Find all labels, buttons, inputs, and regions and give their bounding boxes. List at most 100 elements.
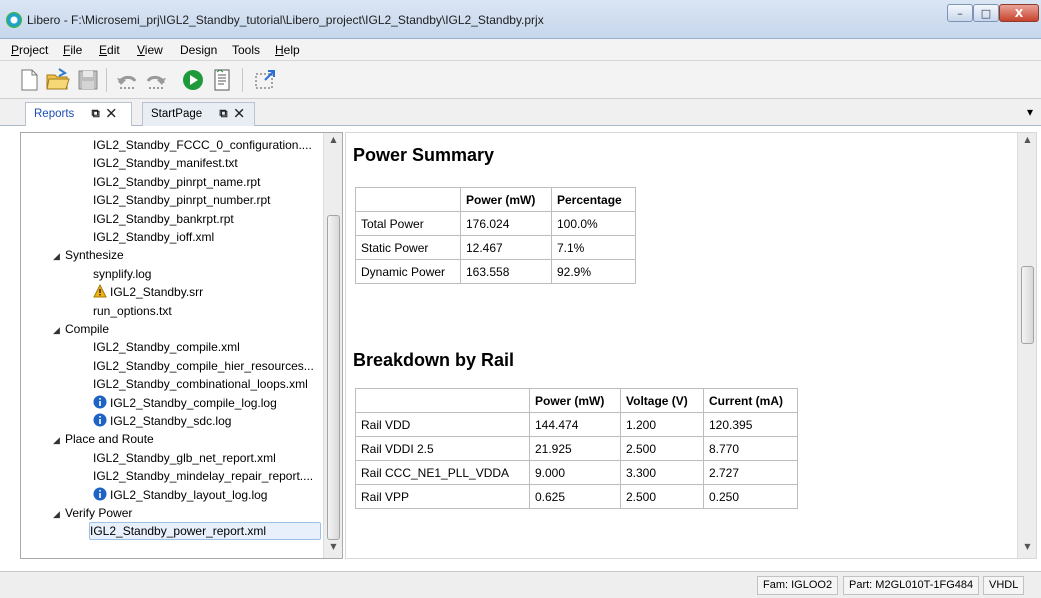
power-report: Power Summary Power (mW) Percentage Tota… [346,133,1019,558]
table-cell: 12.467 [460,235,552,260]
tree-group-node[interactable]: ◢ Compile [53,320,109,338]
tree-item[interactable]: IGL2_Standby_sdc.log [93,412,231,430]
undo-icon[interactable] [114,67,140,93]
scroll-down-arrow-icon[interactable]: ▼ [324,542,342,556]
window-title: Libero - F:\Microsemi_prj\IGL2_Standby_t… [27,13,544,27]
maximize-button[interactable]: □ [973,4,999,22]
redo-icon[interactable] [143,67,169,93]
scroll-up-arrow-icon[interactable]: ▲ [324,135,342,149]
menu-edit[interactable]: Edit [99,43,120,57]
libero-app-icon [6,12,22,28]
table-header-cell: Power (mW) [529,388,621,413]
report-icon[interactable] [209,67,235,93]
tree-item[interactable]: IGL2_Standby_pinrpt_name.rpt [93,173,260,191]
tab-startpage-controls[interactable]: ⧉ ✕ [219,108,245,120]
tree-item-label: IGL2_Standby_pinrpt_number.rpt [93,193,271,207]
table-cell: Dynamic Power [355,259,461,284]
run-icon[interactable] [180,67,206,93]
tree-item[interactable]: IGL2_Standby_glb_net_report.xml [93,449,276,467]
table-cell: Rail VPP [355,484,530,509]
tab-reports[interactable]: Reports ⧉ ✕ [25,102,132,126]
tree-item-label: IGL2_Standby_power_report.xml [90,524,267,538]
menu-view[interactable]: View [137,43,163,57]
tree-item[interactable]: IGL2_Standby_FCCC_0_configuration.... [93,136,312,154]
rail-breakdown-table: Power (mW) Voltage (V) Current (mA) Rail… [355,388,798,509]
tree-item[interactable]: IGL2_Standby_combinational_loops.xml [93,375,308,393]
breakdown-by-rail-heading: Breakdown by Rail [353,350,515,370]
menu-design[interactable]: Design [180,43,217,57]
tree-item[interactable]: IGL2_Standby_ioff.xml [93,228,214,246]
table-cell: 144.474 [529,412,621,437]
tree-item[interactable]: IGL2_Standby_manifest.txt [93,154,238,172]
save-icon[interactable] [75,67,101,93]
table-header-cell: Power (mW) [460,187,552,212]
tree-group-node[interactable]: ◢ Synthesize [53,246,124,264]
new-file-icon[interactable] [16,67,42,93]
menu-project[interactable]: Project [11,43,48,57]
tree-scrollbar[interactable]: ▲ ▼ [323,133,342,558]
menu-help[interactable]: Help [275,43,300,57]
table-header-cell: Voltage (V) [620,388,704,413]
tab-overflow-chevron-down-icon[interactable]: ▾ [1027,105,1033,119]
close-button[interactable]: X [999,4,1039,22]
tree-item-label: Compile [65,322,110,336]
info-icon [93,395,107,409]
menu-tools[interactable]: Tools [232,43,260,57]
toolbar-separator [242,68,243,92]
tree-item[interactable]: IGL2_Standby_compile.xml [93,338,240,356]
tree-group-node[interactable]: ◢ Place and Route [53,430,154,448]
document-tab-strip: Reports ⧉ ✕ StartPage ⧉ ✕ ▾ [0,99,1041,126]
tree-item[interactable]: IGL2_Standby_bankrpt.rpt [93,210,234,228]
table-cell: 100.0% [551,211,636,236]
report-scroll-thumb[interactable] [1021,266,1034,344]
tree-item[interactable]: IGL2_Standby_compile_log.log [93,394,277,412]
device-family-status: Fam: IGLOO2 [757,576,839,595]
table-row: Rail CCC_NE1_PLL_VDDA 9.000 3.300 2.727 [355,460,798,485]
tree-item[interactable]: synplify.log [93,265,151,283]
tree-item[interactable]: IGL2_Standby_pinrpt_number.rpt [93,191,270,209]
select-region-icon[interactable] [252,67,278,93]
tab-reports-controls[interactable]: ⧉ ✕ [91,108,117,120]
tree-item[interactable]: IGL2_Standby_compile_hier_resources... [93,357,314,375]
tab-startpage-label: StartPage [151,108,203,120]
expand-triangle-icon[interactable]: ◢ [53,247,65,265]
tree-item[interactable]: IGL2_Standby.srr [93,283,203,301]
table-cell: 0.250 [703,484,798,509]
title-bar: Libero - F:\Microsemi_prj\IGL2_Standby_t… [0,0,1041,39]
report-scrollbar[interactable]: ▲ ▼ [1017,133,1036,558]
table-header-cell [355,388,530,413]
table-cell: 1.200 [620,412,704,437]
power-summary-heading: Power Summary [353,145,495,165]
tab-startpage[interactable]: StartPage ⧉ ✕ [142,102,255,126]
tree-item[interactable]: IGL2_Standby_power_report.xml [89,522,321,540]
scroll-up-arrow-icon[interactable]: ▲ [1018,135,1036,149]
expand-triangle-icon[interactable]: ◢ [53,321,65,339]
report-tree: IGL2_Standby_FCCC_0_configuration.... IGL… [21,133,324,558]
tree-item-label: IGL2_Standby_manifest.txt [93,156,238,170]
report-tree-panel: IGL2_Standby_FCCC_0_configuration.... IGL… [20,132,343,559]
table-cell: 7.1% [551,235,636,260]
tree-item-label: Synthesize [65,248,124,262]
warning-icon [93,283,107,298]
power-summary-table: Power (mW) Percentage Total Power 176.02… [355,187,636,284]
table-cell: 8.770 [703,436,798,461]
table-cell: Rail VDD [355,412,530,437]
menu-file[interactable]: File [63,43,82,57]
info-icon [93,487,107,501]
tree-group-node[interactable]: ◢ Verify Power [53,504,132,522]
table-cell: Rail VDDI 2.5 [355,436,530,461]
tree-item[interactable]: IGL2_Standby_layout_log.log [93,486,267,504]
tree-item[interactable]: IGL2_Standby_mindelay_repair_report.... [93,467,313,485]
table-header-cell [355,187,461,212]
table-cell: Rail CCC_NE1_PLL_VDDA [355,460,530,485]
tab-reports-label: Reports [34,108,75,120]
tree-item-label: IGL2_Standby_layout_log.log [110,488,268,502]
tree-item[interactable]: run_options.txt [93,302,172,320]
expand-triangle-icon[interactable]: ◢ [53,431,65,449]
scroll-down-arrow-icon[interactable]: ▼ [1018,542,1036,556]
expand-triangle-icon[interactable]: ◢ [53,505,65,523]
tree-scroll-thumb[interactable] [327,215,340,540]
minimize-button[interactable]: – [947,4,973,22]
table-row: Total Power 176.024 100.0% [355,211,636,236]
open-folder-icon[interactable] [45,67,71,93]
